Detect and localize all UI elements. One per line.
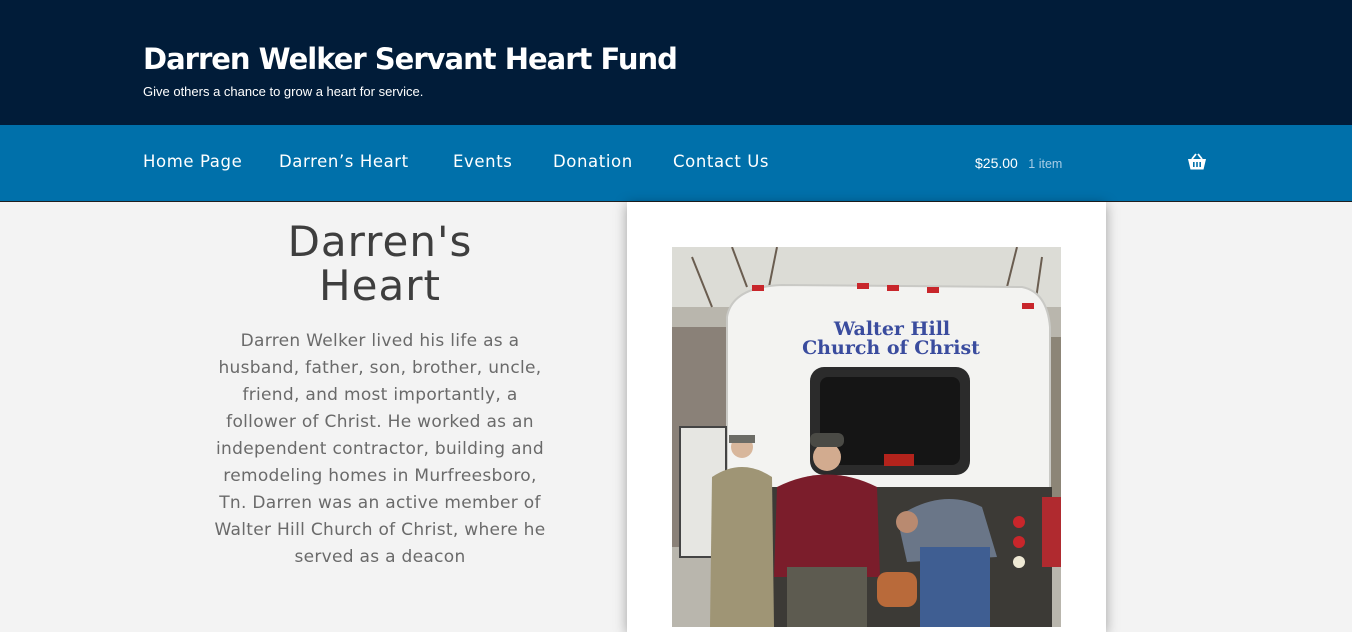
nav-item-darrens-heart[interactable]: Darren’s Heart [279,152,409,171]
cart-link[interactable]: $25.00 1 item [975,155,1062,173]
basket-icon[interactable] [1187,153,1207,176]
page-title-line-2: Heart [319,261,441,310]
nav-item-donation[interactable]: Donation [553,152,633,171]
main-navigation: Home Page Darren’s Heart Events Donation… [0,125,1352,202]
cart-total: $25.00 [975,155,1018,171]
photo-card: Walter Hill Church of Christ [627,202,1106,632]
bus-text-line-2: Church of Christ [802,337,980,359]
page-title-line-1: Darren's [287,217,473,266]
nav-item-home-page[interactable]: Home Page [143,152,242,171]
page-title: Darren's Heart [210,220,550,308]
site-tagline: Give others a chance to grow a heart for… [143,84,424,99]
site-title[interactable]: Darren Welker Servant Heart Fund [143,42,678,76]
cart-count: 1 item [1028,157,1063,171]
nav-item-contact-us[interactable]: Contact Us [673,152,769,171]
site-header: Darren Welker Servant Heart Fund Give ot… [0,0,1352,125]
church-bus-photo: Walter Hill Church of Christ [672,247,1061,627]
intro-paragraph: Darren Welker lived his life as a husban… [214,331,546,567]
nav-item-events[interactable]: Events [453,152,512,171]
intro-column: Darren's Heart Darren Welker lived his l… [210,220,550,571]
